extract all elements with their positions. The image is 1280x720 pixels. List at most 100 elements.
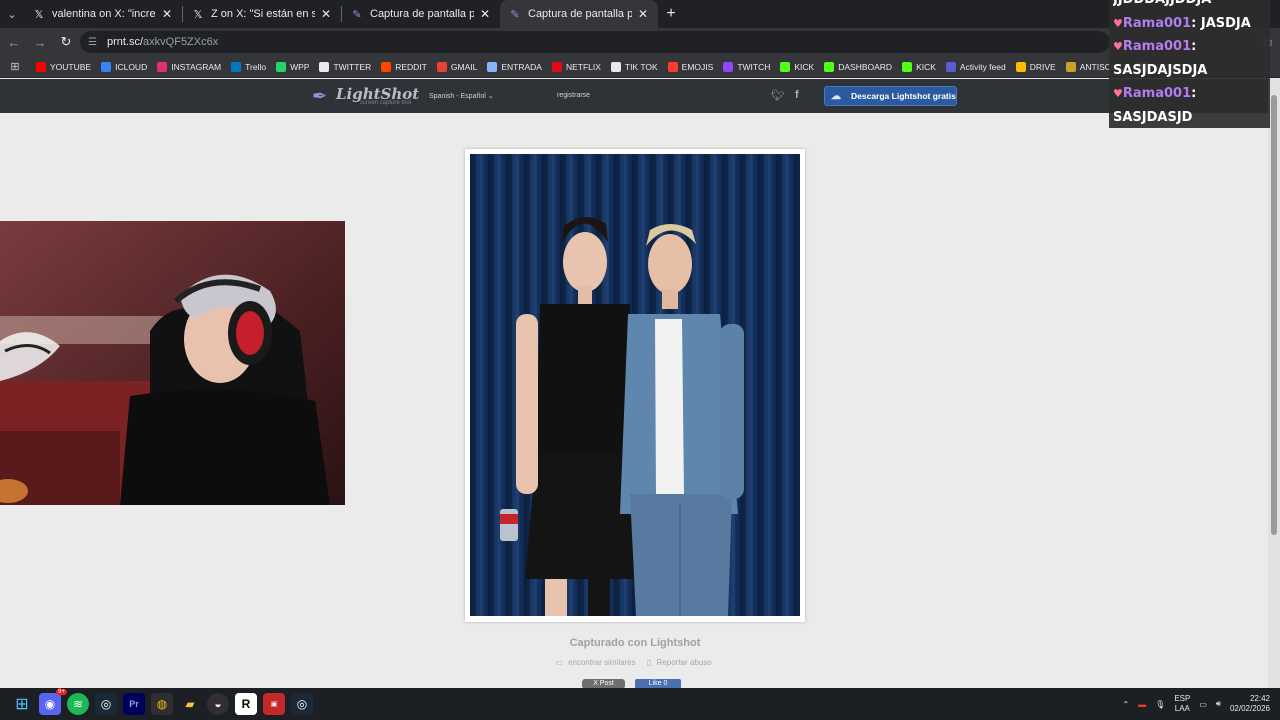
- bookmark-favicon-icon: [487, 61, 498, 72]
- screenshot-photo[interactable]: [470, 154, 800, 616]
- lightshot-logo[interactable]: ✒ LightShot screen capture tool: [312, 85, 419, 107]
- heart-badge-icon: ♥: [1113, 40, 1123, 53]
- register-link[interactable]: registrarse: [557, 92, 590, 99]
- chrome-icon[interactable]: ◍: [151, 693, 173, 715]
- bookmark-favicon-icon: [780, 61, 791, 72]
- tab-title: Captura de pantalla por Lightsh: [370, 8, 474, 20]
- bookmark-favicon-icon: [319, 61, 330, 72]
- address-bar[interactable]: ☰ prnt.sc/axkvQF5ZXc6x: [80, 31, 1110, 53]
- tab-z[interactable]: 𝕏 Z on X: "Si están en sus 20/25 y ✕: [183, 0, 341, 28]
- network-icon[interactable]: ▭: [1199, 700, 1207, 709]
- chat-username: Rama001: [1122, 15, 1192, 31]
- rockstar-icon[interactable]: R: [235, 693, 257, 715]
- browser-tabstrip: ⌄ 𝕏 valentina on X: "increíble como ✕ 𝕏 …: [0, 0, 1280, 28]
- spotify-icon[interactable]: ≋: [67, 693, 89, 715]
- bookmark-favicon-icon: [381, 61, 392, 72]
- bookmark-item[interactable]: DRIVE: [1015, 61, 1056, 72]
- download-cloud-icon: ☁: [831, 90, 841, 102]
- bookmark-favicon-icon: [157, 61, 168, 72]
- bookmark-item[interactable]: TWITTER: [319, 61, 372, 72]
- chat-line-partial: JJDDDAJJDDJA: [1113, 0, 1270, 12]
- steam-icon[interactable]: ◎: [291, 693, 313, 715]
- bookmark-item[interactable]: Activity feed: [945, 61, 1006, 72]
- x-logo-icon: 𝕏: [193, 8, 203, 21]
- screenshot-frame: [465, 149, 805, 622]
- tab-valentina[interactable]: 𝕏 valentina on X: "increíble como ✕: [24, 0, 182, 28]
- tray-flag-icon[interactable]: ▬: [1138, 700, 1146, 709]
- bookmark-item[interactable]: ICLOUD: [101, 61, 147, 72]
- bookmark-label: GMAIL: [450, 61, 478, 72]
- twitter-icon[interactable]: 🐦︎: [771, 89, 785, 102]
- tab-lightshot-2-active[interactable]: ✎ Captura de pantalla por Lightsh ✕: [500, 0, 658, 28]
- bookmark-label: Activity feed: [959, 61, 1006, 72]
- language-selector[interactable]: Spanish - Español ⌄: [429, 92, 494, 100]
- discord-icon[interactable]: ◉ 9+: [39, 689, 67, 715]
- lightshot-feather-icon: ✎: [352, 8, 362, 21]
- bookmark-item[interactable]: ENTRADA: [487, 61, 542, 72]
- clock[interactable]: 22:42 02/02/2026: [1230, 694, 1270, 714]
- reload-icon[interactable]: ↻: [54, 28, 78, 56]
- brand-tagline: screen capture tool: [360, 99, 412, 106]
- bookmark-item[interactable]: NETFLIX: [551, 61, 601, 72]
- bookmark-item[interactable]: YOUTUBE: [36, 61, 91, 72]
- new-tab-button[interactable]: +: [658, 0, 684, 28]
- tab-title: Z on X: "Si están en sus 20/25 y: [211, 8, 315, 20]
- find-similar-link[interactable]: ▭ encontrar similares: [555, 658, 638, 667]
- bookmark-item[interactable]: KICK: [902, 61, 936, 72]
- promo-icon[interactable]: ▣: [263, 693, 285, 715]
- close-icon[interactable]: ✕: [478, 7, 492, 21]
- bookmark-label: KICK: [794, 61, 815, 72]
- file-explorer-icon[interactable]: ▰: [179, 693, 201, 715]
- close-icon[interactable]: ✕: [636, 7, 650, 21]
- bookmark-label: TWITTER: [333, 61, 372, 72]
- bookmark-item[interactable]: INSTAGRAM: [157, 61, 222, 72]
- bookmark-item[interactable]: TIK TOK: [610, 61, 658, 72]
- microphone-icon[interactable]: 🎙︎: [1155, 700, 1165, 709]
- bookmark-item[interactable]: REDDIT: [381, 61, 427, 72]
- bookmark-item[interactable]: DASHBOARD: [824, 61, 892, 72]
- bookmark-item[interactable]: GMAIL: [436, 61, 478, 72]
- premiere-icon[interactable]: Pr: [123, 693, 145, 715]
- obs-icon[interactable]: ◒: [207, 693, 229, 715]
- volume-icon[interactable]: 🔊︎: [1216, 699, 1221, 709]
- report-abuse-link[interactable]: ▯ Reportar abuso: [647, 658, 715, 667]
- page-scrollbar[interactable]: [1268, 79, 1280, 688]
- windows-taskbar: ⊞ ◉ 9+ ≋ ◎ Pr ◍ ▰ ◒ R ▣ ◎ ⌃ ▬ 🎙︎ ESP LAA…: [0, 688, 1280, 720]
- bookmark-item[interactable]: WPP: [276, 61, 309, 72]
- capture-caption: Capturado con Lightshot: [569, 637, 701, 649]
- download-button[interactable]: ☁ Descarga Lightshot gratis: [824, 86, 957, 106]
- close-icon[interactable]: ✕: [319, 7, 333, 21]
- bookmark-item[interactable]: TWITCH: [723, 61, 771, 72]
- facebook-icon[interactable]: f: [795, 89, 799, 102]
- input-language[interactable]: ESP LAA: [1174, 694, 1190, 714]
- screenshot-links: ▭ encontrar similares ▯ Reportar abuso: [465, 658, 805, 667]
- tab-search-icon[interactable]: ⌄: [0, 0, 24, 28]
- windows-start-icon[interactable]: ⊞: [11, 693, 33, 715]
- bookmark-label: Trello: [245, 61, 267, 72]
- tab-lightshot-1[interactable]: ✎ Captura de pantalla por Lightsh ✕: [342, 0, 500, 28]
- bookmark-favicon-icon: [723, 61, 734, 72]
- webcam-illustration: [0, 221, 345, 505]
- bookmark-favicon-icon: [1065, 61, 1076, 72]
- chat-message: ♥Rama001:: [1113, 86, 1197, 101]
- screen: ⌄ 𝕏 valentina on X: "increíble como ✕ 𝕏 …: [0, 0, 1280, 720]
- bookmark-label: INSTAGRAM: [171, 61, 222, 72]
- feather-icon: ✒: [312, 86, 328, 106]
- back-arrow-icon[interactable]: ←: [2, 28, 26, 56]
- lang-bottom: LAA: [1174, 704, 1190, 713]
- bookmark-item[interactable]: KICK: [780, 61, 815, 72]
- steam-icon[interactable]: ◎: [95, 693, 117, 715]
- bookmark-item[interactable]: EMOJIS: [667, 61, 713, 72]
- close-icon[interactable]: ✕: [160, 7, 174, 21]
- scrollbar-thumb[interactable]: [1271, 95, 1277, 535]
- forward-arrow-icon[interactable]: →: [28, 28, 52, 56]
- bookmark-label: TWITCH: [737, 61, 771, 72]
- chevron-up-icon[interactable]: ⌃: [1122, 700, 1129, 709]
- chat-username: Rama001: [1122, 86, 1192, 101]
- apps-grid-icon[interactable]: ⊞: [6, 58, 24, 76]
- site-settings-icon[interactable]: ☰: [88, 37, 97, 48]
- bookmark-item[interactable]: Trello: [231, 61, 267, 72]
- browser-toolbar: ← → ↻ ☰ prnt.sc/axkvQF5ZXc6x ⧉: [0, 28, 1280, 56]
- download-label: Descarga Lightshot gratis: [851, 91, 956, 101]
- tab-title: valentina on X: "increíble como: [52, 8, 156, 20]
